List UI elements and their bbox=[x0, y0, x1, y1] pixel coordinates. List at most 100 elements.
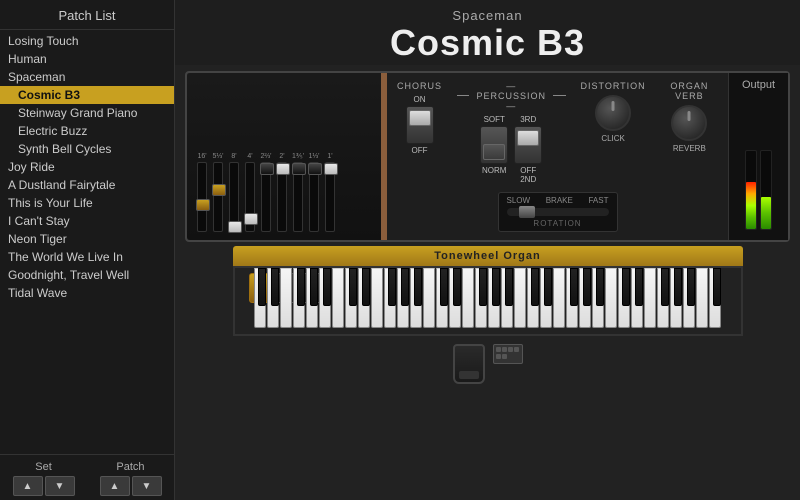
drawbar-track-3[interactable] bbox=[245, 162, 255, 232]
white-key-6[interactable] bbox=[332, 268, 344, 328]
white-key-20[interactable] bbox=[514, 268, 526, 328]
black-key-3[interactable] bbox=[297, 268, 305, 306]
drawbar-track-8[interactable] bbox=[325, 162, 335, 232]
white-key-16[interactable] bbox=[462, 268, 474, 328]
white-key-34[interactable] bbox=[696, 268, 708, 328]
black-key-18[interactable] bbox=[492, 268, 500, 306]
white-key-13[interactable] bbox=[423, 268, 435, 328]
black-key-22[interactable] bbox=[544, 268, 552, 306]
drawbar-handle-1[interactable] bbox=[212, 184, 226, 196]
patch-item[interactable]: The World We Live In bbox=[0, 248, 174, 266]
drawbar-handle-3[interactable] bbox=[244, 213, 258, 225]
black-key-29[interactable] bbox=[635, 268, 643, 306]
black-key-33[interactable] bbox=[687, 268, 695, 306]
chorus-switch[interactable] bbox=[406, 106, 434, 144]
patch-item[interactable]: Spaceman bbox=[0, 68, 174, 86]
meter-fill-left bbox=[746, 182, 756, 229]
drawbar-track-4[interactable] bbox=[261, 162, 271, 232]
black-key-35[interactable] bbox=[713, 268, 721, 306]
white-key-27[interactable] bbox=[605, 268, 617, 328]
set-up-button[interactable]: ▲ bbox=[13, 476, 43, 496]
drawbar-handle-5[interactable] bbox=[276, 163, 290, 175]
black-key-8[interactable] bbox=[362, 268, 370, 306]
set-down-button[interactable]: ▼ bbox=[45, 476, 75, 496]
patch-label: Patch bbox=[91, 461, 170, 473]
white-key-2[interactable] bbox=[280, 268, 292, 328]
patch-item[interactable]: Neon Tiger bbox=[0, 230, 174, 248]
distortion-knob[interactable] bbox=[595, 95, 631, 131]
patch-item[interactable]: Synth Bell Cycles bbox=[0, 140, 174, 158]
patch-item[interactable]: I Can't Stay bbox=[0, 212, 174, 230]
drawbar-track-2[interactable] bbox=[229, 162, 239, 232]
expression-pedal[interactable] bbox=[493, 344, 523, 364]
drawbar-track-6[interactable] bbox=[293, 162, 303, 232]
black-key-31[interactable] bbox=[661, 268, 669, 306]
chorus-indicator bbox=[409, 110, 431, 126]
black-key-26[interactable] bbox=[596, 268, 604, 306]
perc-soft-indicator bbox=[483, 144, 505, 160]
controls-area: CHORUS ON OFF — PERCUSSION — bbox=[387, 73, 728, 240]
black-key-1[interactable] bbox=[271, 268, 279, 306]
patch-item[interactable]: Tidal Wave bbox=[0, 284, 174, 302]
black-key-10[interactable] bbox=[388, 268, 396, 306]
black-key-24[interactable] bbox=[570, 268, 578, 306]
drawbar-track-1[interactable] bbox=[213, 162, 223, 232]
drawbar-track-0[interactable] bbox=[197, 162, 207, 232]
keyboard-wrapper: Tonewheel Organ bbox=[175, 246, 800, 336]
black-key-11[interactable] bbox=[401, 268, 409, 306]
drawbar-1: 5⅓' bbox=[211, 153, 225, 232]
white-key-30[interactable] bbox=[644, 268, 656, 328]
perc-soft-switch[interactable] bbox=[480, 126, 508, 164]
rotation-slider[interactable] bbox=[507, 208, 609, 216]
rotation-control: SLOW BRAKE FAST ROTATION bbox=[397, 192, 718, 232]
black-key-17[interactable] bbox=[479, 268, 487, 306]
drawbar-handle-8[interactable] bbox=[324, 163, 338, 175]
black-key-4[interactable] bbox=[310, 268, 318, 306]
drawbar-track-5[interactable] bbox=[277, 162, 287, 232]
drawbar-handle-0[interactable] bbox=[196, 199, 210, 211]
patch-up-button[interactable]: ▲ bbox=[100, 476, 130, 496]
patch-item[interactable]: Goodnight, Travel Well bbox=[0, 266, 174, 284]
black-key-5[interactable] bbox=[323, 268, 331, 306]
patch-item[interactable]: Steinway Grand Piano bbox=[0, 104, 174, 122]
black-key-0[interactable] bbox=[258, 268, 266, 306]
distortion-label: DISTORTION bbox=[581, 81, 646, 91]
black-key-21[interactable] bbox=[531, 268, 539, 306]
patch-item[interactable]: A Dustland Fairytale bbox=[0, 176, 174, 194]
rotation-slow: SLOW bbox=[507, 196, 531, 205]
reverb-knob[interactable] bbox=[671, 105, 707, 141]
pedal-dot-5 bbox=[496, 354, 501, 359]
perc-off-label: OFF bbox=[520, 166, 536, 175]
black-key-28[interactable] bbox=[622, 268, 630, 306]
perc-3rd-indicator bbox=[517, 130, 539, 146]
patch-item[interactable]: Human bbox=[0, 50, 174, 68]
perc-3rd-bot: OFF 2ND bbox=[520, 166, 536, 184]
patch-item[interactable]: This is Your Life bbox=[0, 194, 174, 212]
white-key-9[interactable] bbox=[371, 268, 383, 328]
black-key-7[interactable] bbox=[349, 268, 357, 306]
patch-down-button[interactable]: ▼ bbox=[132, 476, 162, 496]
drawbar-handle-7[interactable] bbox=[308, 163, 322, 175]
sustain-pedal[interactable] bbox=[453, 344, 485, 384]
drawbar-handle-6[interactable] bbox=[292, 163, 306, 175]
black-key-14[interactable] bbox=[440, 268, 448, 306]
patch-item[interactable]: Losing Touch bbox=[0, 32, 174, 50]
patch-item[interactable]: Cosmic B3 bbox=[0, 86, 174, 104]
drawbar-handle-2[interactable] bbox=[228, 221, 242, 233]
black-key-19[interactable] bbox=[505, 268, 513, 306]
white-key-23[interactable] bbox=[553, 268, 565, 328]
perc-3rd-switch[interactable] bbox=[514, 126, 542, 164]
percussion-label: — PERCUSSION — bbox=[472, 81, 550, 111]
drawbar-handle-4[interactable] bbox=[260, 163, 274, 175]
organ-verb-section: ORGAN VERB REVERB bbox=[661, 81, 718, 153]
patch-item[interactable]: Joy Ride bbox=[0, 158, 174, 176]
black-key-32[interactable] bbox=[674, 268, 682, 306]
sidebar-footer: Set Patch ▲ ▼ ▲ ▼ bbox=[0, 454, 174, 500]
drawbar-label-7: 1⅓' bbox=[307, 153, 321, 160]
patch-btn-group: ▲ ▼ bbox=[91, 476, 170, 496]
drawbar-track-7[interactable] bbox=[309, 162, 319, 232]
patch-item[interactable]: Electric Buzz bbox=[0, 122, 174, 140]
black-key-25[interactable] bbox=[583, 268, 591, 306]
black-key-15[interactable] bbox=[453, 268, 461, 306]
black-key-12[interactable] bbox=[414, 268, 422, 306]
